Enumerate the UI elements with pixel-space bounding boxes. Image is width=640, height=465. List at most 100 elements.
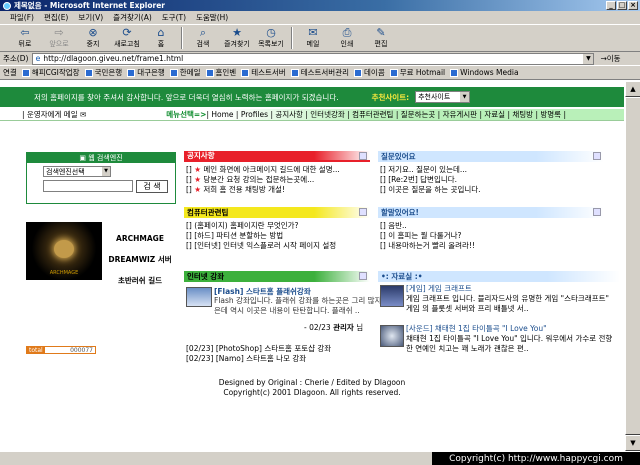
link-item[interactable]: 대구은행: [127, 67, 165, 78]
lecture-box: 인터넷 강좌 [Flash] 스타트홈 플래쉬강좌 Flash 강좌입니다. 플…: [184, 271, 391, 366]
qna-item[interactable]: [] [Re:2번] 답변입니다.: [378, 175, 604, 185]
game-thumbnail[interactable]: [380, 285, 404, 307]
address-dropdown-icon[interactable]: ▼: [583, 53, 594, 64]
menu-file[interactable]: 파일(F): [10, 12, 34, 23]
close-button[interactable]: ×: [628, 1, 638, 10]
toolbar-button[interactable]: ✎ 편집: [364, 27, 398, 49]
toolbar-button[interactable]: ◷ 목록보기: [254, 27, 288, 49]
nav-link[interactable]: 공지사항: [275, 110, 303, 119]
free-talk-title[interactable]: 할말있어요!: [378, 207, 604, 218]
lecture-title[interactable]: 인터넷 강좌: [184, 271, 370, 282]
link-page-icon: [21, 68, 30, 77]
scroll-up-icon[interactable]: ▲: [625, 81, 640, 97]
tips-title[interactable]: 컴퓨터관련팁: [184, 207, 370, 218]
tips-item[interactable]: [] [인터넷] 인터넷 익스플로러 시작 페이지 설정: [184, 241, 370, 251]
search-button[interactable]: 검 색: [136, 180, 168, 193]
lecture-thumbnail[interactable]: [186, 287, 212, 307]
nav-link[interactable]: Home: [211, 110, 233, 119]
counter-label: total: [27, 347, 45, 354]
data-item[interactable]: [게임] 게임 크래프트 게임 크래프트 입니다. 블리자드사의 유명한 게임 …: [406, 284, 618, 314]
nav-link[interactable]: 자유게시판: [443, 110, 478, 119]
toolbar-button[interactable]: ✉ 메일: [296, 27, 330, 49]
menu-edit[interactable]: 편집(E): [44, 12, 68, 23]
toolbar-button-label: 인쇄: [340, 40, 354, 48]
search-icon: ⌕: [199, 26, 207, 39]
archmage-banner-image[interactable]: ARCHMAGE: [26, 222, 102, 280]
nav-link[interactable]: 자료실: [484, 110, 505, 119]
search-engine-select[interactable]: 검색엔진선택 ▼: [43, 166, 111, 177]
scroll-thumb[interactable]: [625, 97, 640, 435]
toolbar-button[interactable]: ⌕ 검색: [186, 27, 220, 49]
toolbar-button[interactable]: ⇦ 뒤로: [8, 27, 42, 49]
notice-item[interactable]: [] ★ 당분간 요청 강의는 접문하는곳에...: [184, 175, 370, 185]
toolbar-button[interactable]: ⊗ 중지: [76, 27, 110, 49]
link-page-icon: [241, 68, 250, 77]
free-talk-item[interactable]: [] 내용마하는거 빨리 올려라!!: [378, 241, 604, 251]
tips-item[interactable]: [] [하드] 파티션 분할하는 방법: [184, 231, 370, 241]
toolbar-button-label: 즐겨찾기: [224, 40, 250, 48]
nav-link[interactable]: Profiles: [241, 110, 268, 119]
link-item[interactable]: 홈인벤: [205, 67, 236, 78]
link-item[interactable]: 테스트서버관리: [290, 67, 349, 78]
notice-item[interactable]: [] ★ 저희 홈 전용 채팅방 개설!: [184, 185, 370, 195]
go-button[interactable]: →이동: [600, 53, 620, 64]
sound-thumbnail[interactable]: [380, 325, 404, 347]
toolbar-button[interactable]: ⌂ 홈: [144, 27, 178, 49]
link-item[interactable]: 해피CGI작업장: [21, 67, 80, 78]
nav-link[interactable]: 인터넷강좌: [310, 110, 345, 119]
forward-arrow-icon: ⇨: [54, 26, 64, 39]
more-icon[interactable]: [593, 208, 601, 216]
menu-select-label: 메뉴선택=>: [166, 110, 207, 119]
link-item[interactable]: 테스트서버: [241, 67, 286, 78]
address-input[interactable]: e http://dlagoon.giveu.net/frame1.html ▼: [32, 52, 595, 65]
web-page: 저의 홈페이지를 찾아 주셔서 감사합니다. 앞으로 더욱더 열심히 노력하는 …: [0, 81, 624, 451]
link-label: 대구은행: [137, 68, 165, 77]
more-icon[interactable]: [593, 152, 601, 160]
menu-view[interactable]: 보기(V): [78, 12, 103, 23]
more-icon[interactable]: [359, 208, 367, 216]
chevron-down-icon: ▼: [460, 92, 470, 102]
recommend-label: 추천사이트:: [371, 92, 410, 102]
link-item[interactable]: 데이콤: [354, 67, 385, 78]
link-item[interactable]: 한메일: [169, 67, 201, 78]
data-item[interactable]: [사운드] 채태현 1집 타이틀곡 "I Love You" 채태현 1집 타이…: [406, 324, 618, 354]
more-icon[interactable]: [359, 272, 367, 280]
menu-help[interactable]: 도움말(H): [196, 12, 228, 23]
banner-line[interactable]: ARCHMAGE: [104, 228, 176, 249]
menu-favorites[interactable]: 즐겨찾기(A): [113, 12, 152, 23]
free-talk-item[interactable]: [] 음반..: [378, 221, 604, 231]
recommend-select[interactable]: 추천사이트 ▼: [415, 91, 471, 103]
qna-title[interactable]: 질문있어요: [378, 151, 604, 162]
data-item-body: 게임 크래프트 입니다. 블리자드사의 유명한 게임 "스타크래프트" 게임 의…: [406, 294, 609, 313]
vertical-scrollbar[interactable]: ▲ ▼: [624, 81, 640, 451]
menu-tools[interactable]: 도구(T): [162, 12, 186, 23]
toolbar-button[interactable]: ⎙ 인쇄: [330, 27, 364, 49]
toolbar-button[interactable]: ★ 즐겨찾기: [220, 27, 254, 49]
minimize-button[interactable]: _: [606, 1, 616, 10]
banner-line[interactable]: DREAMWIZ 서버: [104, 249, 176, 270]
maximize-button[interactable]: □: [617, 1, 627, 10]
notice-title[interactable]: 공지사항: [184, 151, 370, 162]
qna-item[interactable]: [] 저기요.. 질문이 있는데...: [378, 165, 604, 175]
banner-line[interactable]: 초반러쉬 길드: [104, 270, 176, 291]
link-item[interactable]: Windows Media: [450, 68, 519, 77]
tips-item[interactable]: [] (홈페이지) 홈페이지란 무엇인가?: [184, 221, 370, 231]
toolbar-button[interactable]: ⇨ 앞으로: [42, 27, 76, 49]
link-item[interactable]: 무료 Hotmail: [389, 67, 445, 78]
nav-link[interactable]: 채팅방: [512, 110, 533, 119]
link-item[interactable]: 국민은행: [84, 67, 122, 78]
notice-item[interactable]: [] ★ 메인 화면에 아크메이지 길드에 대한 설명...: [184, 165, 370, 175]
nav-link[interactable]: 질문하는곳: [401, 110, 436, 119]
nav-link[interactable]: 컴퓨터관련팁: [352, 110, 393, 119]
more-icon[interactable]: [359, 152, 367, 160]
owner-mail-link[interactable]: | 운영자에게 메일 ✉: [22, 109, 86, 120]
scroll-down-icon[interactable]: ▼: [625, 435, 640, 451]
search-input[interactable]: [43, 180, 133, 192]
data-room-title[interactable]: •: 자료실 :•: [378, 271, 620, 282]
toolbar-button[interactable]: ⟳ 새로고침: [110, 27, 144, 49]
counter-value: 000077: [70, 346, 93, 354]
free-talk-item[interactable]: [] 이 홈피는 뭘 다룰거나?: [378, 231, 604, 241]
lecture-list-item[interactable]: [02/23] [Namo] 스타트홈 나모 강좌: [186, 353, 306, 364]
nav-link[interactable]: 방명록: [540, 110, 561, 119]
qna-item[interactable]: [] 이곳은 질문을 하는 곳입니다.: [378, 185, 604, 195]
